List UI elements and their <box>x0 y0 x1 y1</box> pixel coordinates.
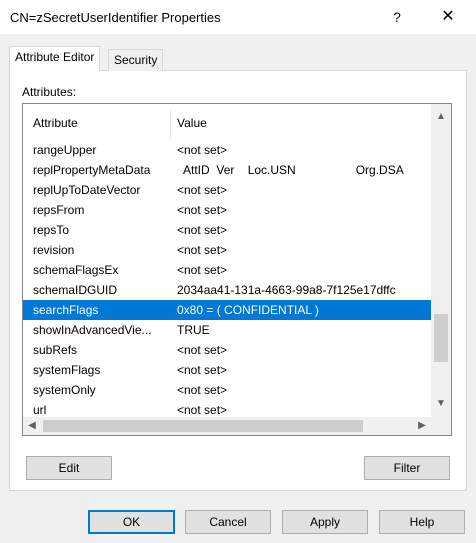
tab-security[interactable]: Security <box>108 49 164 71</box>
column-header-attribute[interactable]: Attribute <box>33 116 78 130</box>
list-item[interactable]: repsFrom <not set> <box>23 200 431 220</box>
column-header-value[interactable]: Value <box>177 116 207 130</box>
attributes-list[interactable]: Attribute Value rangeUpper <not set> rep… <box>22 103 452 436</box>
list-item[interactable]: revision <not set> <box>23 240 431 260</box>
attribute-value: <not set> <box>177 223 228 237</box>
scroll-down-icon[interactable]: ▼ <box>431 394 451 414</box>
list-header: Attribute Value <box>23 104 431 140</box>
scroll-up-icon[interactable]: ▲ <box>431 107 451 127</box>
edit-button[interactable]: Edit <box>26 456 112 480</box>
list-item[interactable]: showInAdvancedVie... TRUE <box>23 320 431 340</box>
attribute-name: repsFrom <box>33 203 85 217</box>
list-item[interactable]: subRefs <not set> <box>23 340 431 360</box>
attribute-name: replUpToDateVector <box>33 183 141 197</box>
attribute-value: <not set> <box>177 343 228 357</box>
column-divider[interactable] <box>170 110 171 140</box>
attribute-value: <not set> <box>177 263 228 277</box>
attribute-name: systemOnly <box>33 383 96 397</box>
list-item[interactable]: replPropertyMetaData AttID Ver Loc.USN O… <box>23 160 431 180</box>
scroll-left-icon[interactable]: ◀ <box>23 417 41 435</box>
help-icon[interactable]: ? <box>383 4 411 30</box>
attribute-value: AttID Ver Loc.USN Org.DSA <box>177 163 404 177</box>
attribute-name: schemaIDGUID <box>33 283 118 297</box>
horizontal-scrollbar[interactable]: ◀ ▶ <box>23 417 431 435</box>
ok-button[interactable]: OK <box>88 510 175 534</box>
tab-attribute-editor[interactable]: Attribute Editor <box>9 46 101 71</box>
title-bar: CN=zSecretUserIdentifier Properties ? ✕ <box>0 0 476 34</box>
horizontal-scroll-thumb[interactable] <box>43 420 363 432</box>
attributes-label: Attributes: <box>22 85 77 99</box>
attribute-value: <not set> <box>177 383 228 397</box>
attribute-name: searchFlags <box>33 303 99 317</box>
list-item[interactable]: systemFlags <not set> <box>23 360 431 380</box>
attribute-value: 0x80 = ( CONFIDENTIAL ) <box>177 303 319 317</box>
list-item[interactable]: systemOnly <not set> <box>23 380 431 400</box>
list-item[interactable]: schemaFlagsEx <not set> <box>23 260 431 280</box>
attribute-value: <not set> <box>177 363 228 377</box>
vertical-scroll-thumb[interactable] <box>434 314 448 362</box>
attribute-value: TRUE <box>177 323 210 337</box>
vertical-scrollbar[interactable]: ▲ ▼ <box>431 104 451 417</box>
scrollbar-corner <box>431 417 451 435</box>
scroll-right-icon[interactable]: ▶ <box>413 417 431 435</box>
list-item[interactable]: schemaIDGUID 2034aa41-131a-4663-99a8-7f1… <box>23 280 431 300</box>
list-item[interactable]: rangeUpper <not set> <box>23 140 431 160</box>
apply-button[interactable]: Apply <box>282 510 368 534</box>
filter-button[interactable]: Filter <box>364 456 450 480</box>
attribute-name: systemFlags <box>33 363 101 377</box>
attribute-value: <not set> <box>177 183 228 197</box>
help-button[interactable]: Help <box>379 510 465 534</box>
list-item[interactable]: replUpToDateVector <not set> <box>23 180 431 200</box>
attribute-name: subRefs <box>33 343 78 357</box>
attribute-name: revision <box>33 243 75 257</box>
close-icon[interactable]: ✕ <box>432 4 464 30</box>
window-title: CN=zSecretUserIdentifier Properties <box>10 10 221 25</box>
attribute-name: repsTo <box>33 223 70 237</box>
attribute-value: <not set> <box>177 243 228 257</box>
attribute-name: showInAdvancedVie... <box>33 323 152 337</box>
list-item[interactable]: repsTo <not set> <box>23 220 431 240</box>
attribute-value: 2034aa41-131a-4663-99a8-7f125e17dffc <box>177 283 396 297</box>
cancel-button[interactable]: Cancel <box>185 510 271 534</box>
list-item-selected[interactable]: searchFlags 0x80 = ( CONFIDENTIAL ) <box>23 300 431 320</box>
attribute-value: <not set> <box>177 143 228 157</box>
attribute-name: schemaFlagsEx <box>33 263 119 277</box>
attribute-name: replPropertyMetaData <box>33 163 151 177</box>
attribute-name: rangeUpper <box>33 143 97 157</box>
attribute-value: <not set> <box>177 203 228 217</box>
